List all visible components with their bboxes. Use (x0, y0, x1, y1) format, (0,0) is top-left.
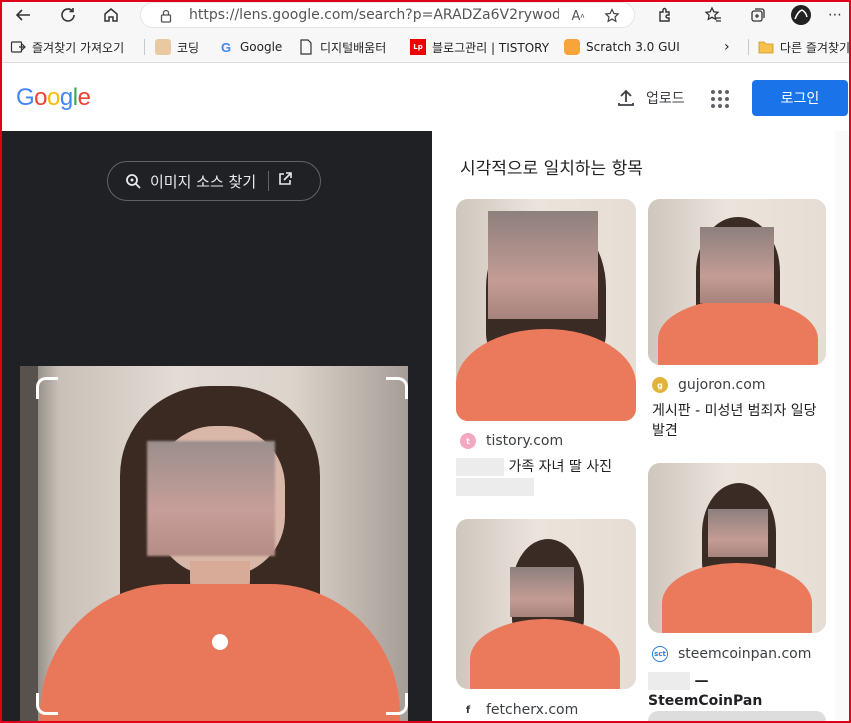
home-icon (104, 8, 118, 22)
lock-icon[interactable] (157, 7, 175, 25)
bookmark-label: 블로그관리 | TISTORY (432, 40, 550, 55)
open-external-icon[interactable] (277, 171, 293, 191)
scratch-favicon-icon (564, 39, 580, 55)
site-label: gujoron.com (678, 377, 766, 393)
puzzle-icon (659, 7, 670, 22)
bookmark-label: 즐겨찾기 가져오기 (32, 40, 125, 55)
face-blur (510, 567, 574, 617)
face-blur (708, 509, 768, 557)
crop-handle-top-right[interactable] (386, 377, 408, 399)
google-logo[interactable]: Google (16, 84, 91, 112)
uploaded-image (20, 366, 408, 721)
result-site-gujoron[interactable]: g gujoron.com (652, 377, 765, 393)
google-favicon-icon: G (220, 39, 232, 55)
gujoron-favicon-icon: g (652, 377, 668, 393)
bookmark-label: Google (240, 40, 283, 54)
result-image-next[interactable] (648, 711, 826, 721)
result-site-tistory[interactable]: t tistory.com (460, 433, 563, 449)
url-text[interactable]: https://lens.google.com/search?p=ARADZa6… (189, 7, 559, 23)
bookmark-google[interactable]: G Google (218, 38, 282, 56)
fetcherx-favicon-icon: f (460, 702, 476, 718)
steemcoinpan-favicon-icon: sct (652, 646, 668, 662)
result-image-fetcherx[interactable] (456, 519, 636, 689)
face-blur (488, 211, 598, 319)
extensions-button[interactable] (652, 3, 678, 27)
collections-icon (751, 8, 765, 22)
upload-icon (618, 89, 634, 106)
result-site-steemcoinpan[interactable]: sct steemcoinpan.com (652, 646, 811, 662)
site-label: tistory.com (486, 433, 564, 449)
folder-icon (758, 39, 774, 55)
import-icon (10, 39, 26, 55)
upload-label: 업로드 (646, 91, 685, 107)
text-select-dot[interactable] (212, 634, 228, 650)
bookmark-label: 다른 즐겨찾기 (780, 40, 851, 55)
collections-button[interactable] (745, 3, 771, 27)
find-source-label: 이미지 소스 찾기 (150, 172, 257, 191)
chevron-right-icon: › (724, 39, 730, 55)
visual-matches-panel: 시각적으로 일치하는 항목 t tistory.com 가족 자녀 딸 사진 g… (432, 131, 835, 721)
favorites-star-icon (704, 6, 721, 22)
bookmarks-overflow-button[interactable]: › (724, 38, 730, 56)
bookmark-label: 코딩 (177, 40, 200, 55)
result-site-fetcherx[interactable]: f fetcherx.com (460, 702, 578, 718)
result-desc-gujoron[interactable]: 게시판 - 미성년 범죄자 일당 발견 (652, 401, 822, 441)
favorites-button[interactable] (700, 3, 726, 27)
bookmarks-bar: 즐겨찾기 가져오기 코딩 G Google 디지털배움터 Lp 블로그관리 | … (0, 31, 851, 63)
site-label: steemcoinpan.com (678, 646, 812, 662)
site-label: fetcherx.com (486, 702, 579, 718)
result-desc-tistory[interactable]: 가족 자녀 딸 사진 (456, 457, 636, 497)
desc-label: 가족 자녀 딸 사진 (508, 459, 612, 475)
tistory-favicon-icon: Lp (410, 39, 426, 55)
add-favorite-icon[interactable] (603, 7, 621, 25)
back-arrow-icon (15, 9, 30, 21)
profile-avatar[interactable] (788, 3, 814, 27)
face-blur (147, 441, 275, 556)
profile-avatar-icon (791, 5, 811, 25)
more-dots-icon: ⋯ (828, 7, 842, 23)
divider (268, 171, 270, 191)
dog-favicon-icon (155, 39, 171, 55)
result-desc-steemcoinpan[interactable]: — SteemCoinPan (648, 671, 826, 711)
lens-search-icon (124, 172, 142, 190)
bookmark-import[interactable]: 즐겨찾기 가져오기 (10, 38, 124, 56)
crop-handle-top-left[interactable] (36, 377, 58, 399)
bookmark-separator (144, 39, 145, 55)
page-icon (298, 39, 314, 55)
home-button[interactable] (98, 3, 124, 27)
google-header: Google 업로드 로그인 (2, 64, 849, 131)
find-image-source-button[interactable]: 이미지 소스 찾기 (107, 161, 321, 201)
bookmark-label: Scratch 3.0 GUI (586, 40, 680, 54)
bookmark-coding[interactable]: 코딩 (155, 38, 199, 56)
more-menu-button[interactable]: ⋯ (825, 3, 845, 27)
face-blur (700, 227, 774, 303)
apps-grid-icon[interactable] (711, 90, 729, 108)
result-image-steemcoinpan[interactable] (648, 463, 826, 633)
bookmark-other-favorites[interactable]: 다른 즐겨찾기 (758, 38, 850, 56)
results-title: 시각적으로 일치하는 항목 (460, 159, 643, 179)
refresh-button[interactable] (55, 3, 81, 27)
refresh-icon (61, 8, 75, 22)
image-panel: 이미지 소스 찾기 (2, 131, 432, 721)
tistory-favicon-icon: t (460, 433, 476, 449)
result-image-gujoron[interactable] (648, 199, 826, 365)
address-bar[interactable]: https://lens.google.com/search?p=ARADZa6… (140, 2, 635, 28)
upload-button[interactable]: 업로드 (616, 88, 685, 108)
bookmark-scratch[interactable]: Scratch 3.0 GUI (564, 38, 680, 56)
bookmark-label: 디지털배움터 (320, 40, 387, 55)
bookmark-tistory[interactable]: Lp 블로그관리 | TISTORY (410, 38, 549, 56)
read-aloud-icon[interactable]: Aʌ (569, 7, 587, 25)
result-image-tistory[interactable] (456, 199, 636, 421)
crop-handle-bottom-left[interactable] (36, 693, 58, 715)
back-button[interactable] (10, 3, 36, 27)
login-button[interactable]: 로그인 (752, 80, 848, 116)
bookmark-separator (748, 39, 749, 55)
browser-toolbar: https://lens.google.com/search?p=ARADZa6… (0, 0, 851, 31)
results-scrollbar[interactable] (835, 131, 849, 721)
crop-handle-bottom-right[interactable] (386, 693, 408, 715)
bookmark-digital[interactable]: 디지털배움터 (298, 38, 386, 56)
